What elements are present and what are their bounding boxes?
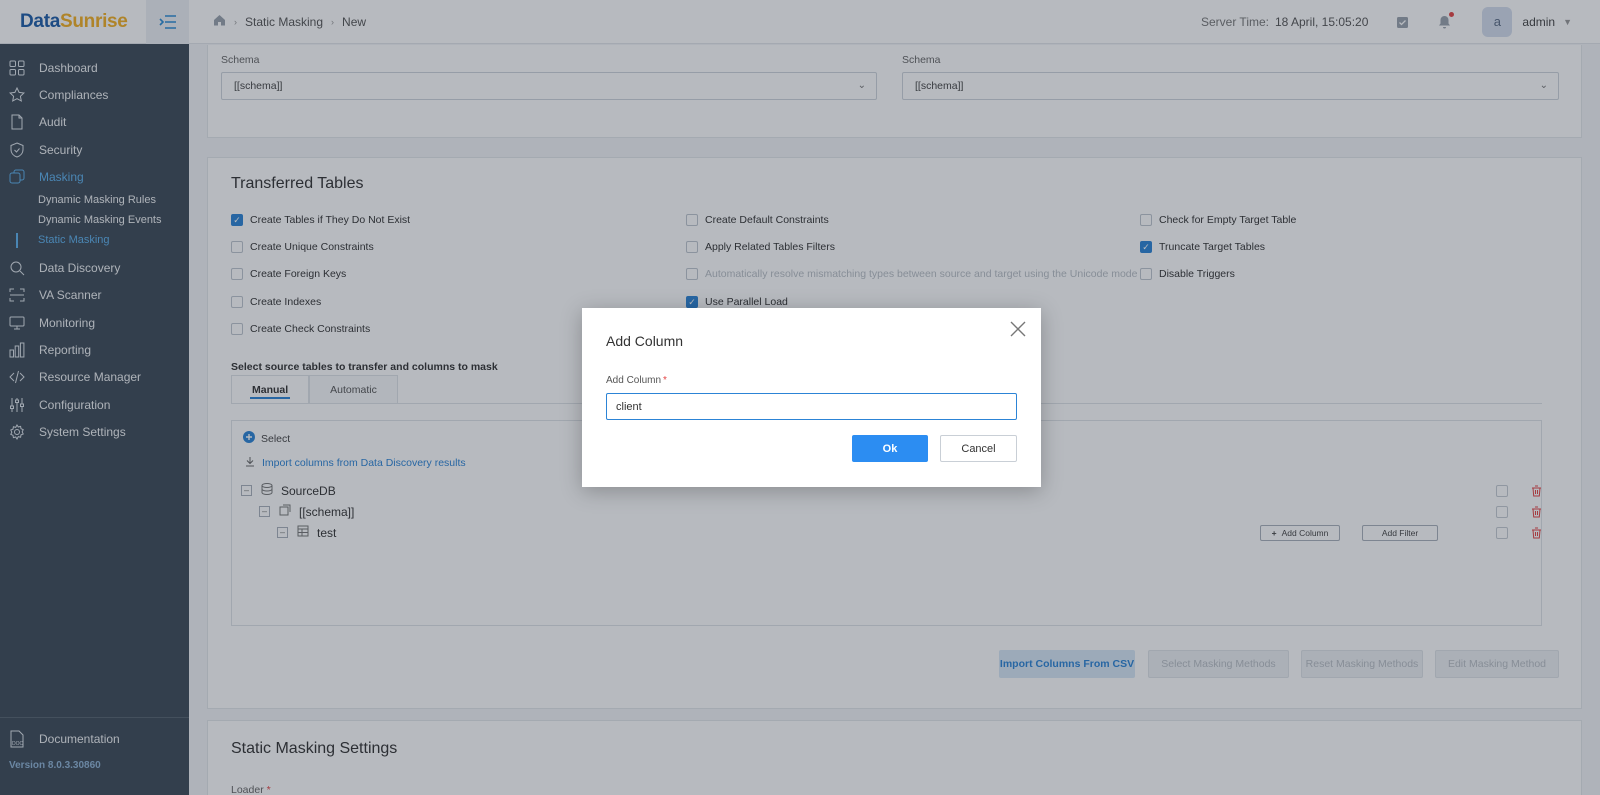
field-label-text: Add Column — [606, 375, 662, 386]
dialog-title: Add Column — [606, 333, 684, 349]
add-column-field-label: Add Column * — [606, 375, 667, 386]
required-mark: * — [663, 375, 667, 386]
ok-button[interactable]: Ok — [852, 435, 928, 462]
close-icon[interactable] — [1009, 320, 1027, 338]
add-column-dialog: Add Column Add Column* Ok Cancel — [582, 308, 1041, 487]
cancel-button[interactable]: Cancel — [940, 435, 1017, 462]
add-column-input[interactable] — [606, 393, 1017, 420]
